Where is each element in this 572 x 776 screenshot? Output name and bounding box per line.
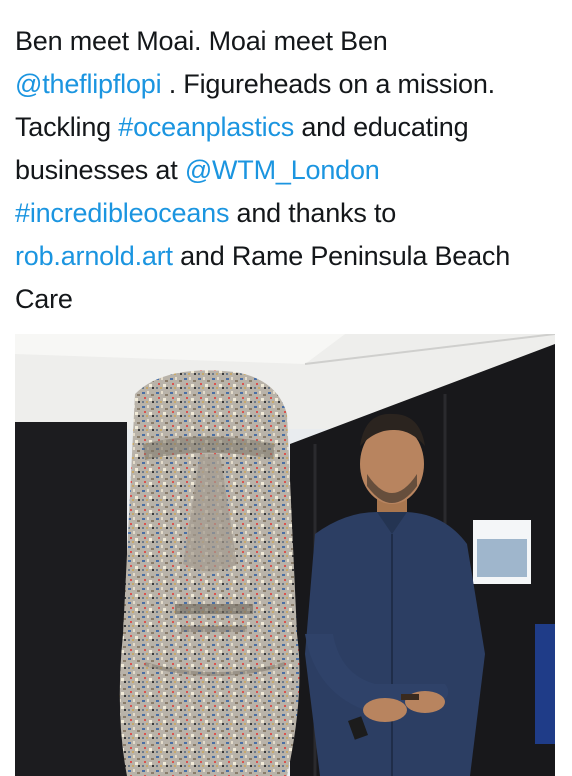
tweet-line: Ben meet Moai. Moai meet Ben <box>15 20 565 63</box>
moai-statue <box>119 370 300 776</box>
tweet-line: #incredibleoceans and thanks to <box>15 192 565 235</box>
tweet-line: Tackling #oceanplastics and educating <box>15 106 565 149</box>
tweet-text-segment: businesses at <box>15 155 185 185</box>
tweet-text-segment: Ben meet Moai. Moai meet Ben <box>15 26 388 56</box>
tweet-text-segment: Care <box>15 284 73 314</box>
tweet-text-segment: and educating <box>294 112 469 142</box>
photo-scene <box>15 334 555 776</box>
tweet-line: Care <box>15 278 565 321</box>
tweet-photo[interactable] <box>15 334 555 776</box>
tweet-text-segment: and thanks to <box>229 198 397 228</box>
mention-link[interactable]: rob.arnold.art <box>15 241 173 271</box>
tweet-text-segment: and Rame Peninsula Beach <box>172 241 511 271</box>
hashtag-link[interactable]: #incredibleoceans <box>15 198 229 228</box>
tweet-line: rob.arnold.art and Rame Peninsula Beach <box>15 235 565 278</box>
mention-link[interactable]: @theflipflopi <box>15 69 162 99</box>
tweet-line: @theflipflopi . Figureheads on a mission… <box>15 63 565 106</box>
tweet-line: businesses at @WTM_London <box>15 149 565 192</box>
hashtag-link[interactable]: #oceanplastics <box>118 112 294 142</box>
tweet-text-segment: . Figureheads on a mission. <box>161 69 495 99</box>
mention-link[interactable]: @WTM_London <box>185 155 380 185</box>
tweet-text: Ben meet Moai. Moai meet Ben @theflipflop… <box>15 20 565 321</box>
backdrop-left <box>15 422 127 776</box>
tweet-text-segment: Tackling <box>15 112 119 142</box>
